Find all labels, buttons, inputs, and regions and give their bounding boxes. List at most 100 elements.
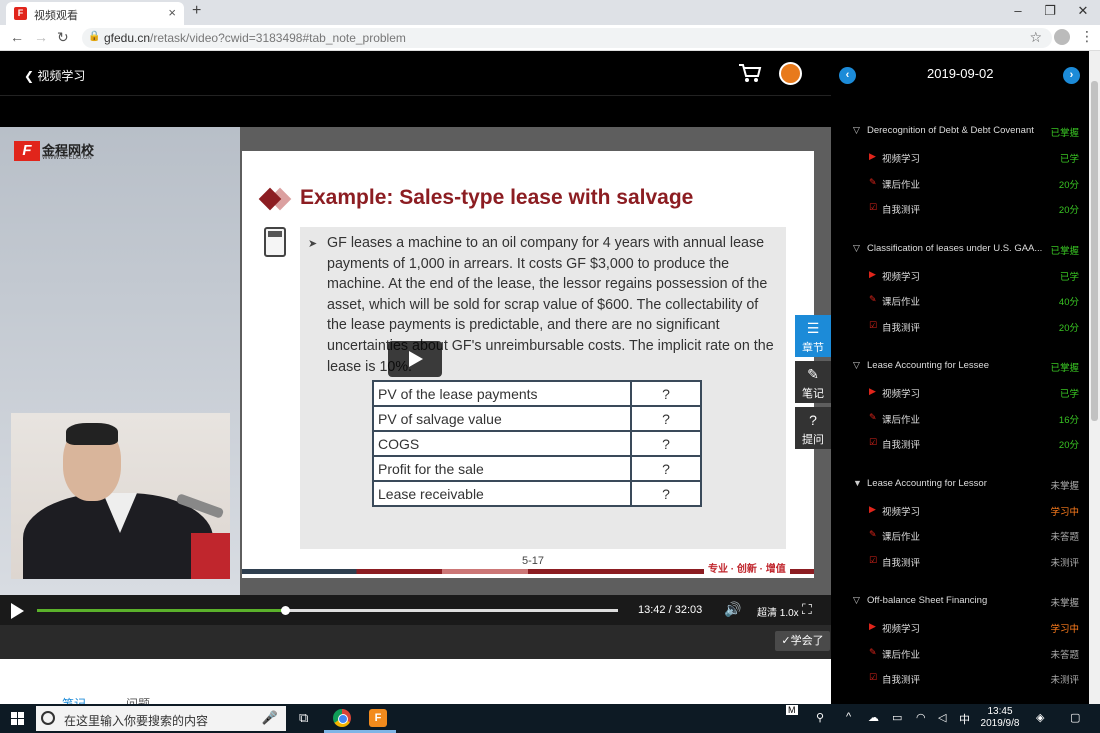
- lock-icon: 🔒: [88, 31, 101, 42]
- chapter-tool-button[interactable]: ☰ 章节: [795, 315, 831, 357]
- forward-arrow-icon[interactable]: →: [34, 29, 48, 45]
- back-to-video-study-link[interactable]: ❮ 视频学习: [24, 67, 85, 84]
- url-field[interactable]: 🔒 gfedu.cn/retask/video?cwid=3183498#tab…: [82, 28, 1052, 48]
- lecture-slide: Example: Sales-type lease with salvage ➤…: [242, 151, 814, 578]
- new-tab-icon[interactable]: +: [192, 2, 201, 20]
- section-item-label: 视频学习: [882, 389, 921, 400]
- collapse-triangle-icon[interactable]: ▽: [853, 243, 860, 254]
- previous-date-button[interactable]: ‹: [839, 67, 856, 84]
- url-path: /retask/video?cwid=3183498#tab_note_prob…: [150, 31, 406, 45]
- task-view-icon[interactable]: ⧉: [299, 710, 308, 726]
- window-close-icon[interactable]: ✕: [1073, 3, 1093, 19]
- video-icon: ▶: [869, 151, 876, 161]
- minimize-icon[interactable]: –: [1008, 3, 1028, 18]
- reload-icon[interactable]: ↻: [57, 29, 69, 46]
- quality-speed-selector[interactable]: 超清 1.0x: [757, 604, 799, 619]
- pencil-icon: ✎: [807, 366, 819, 382]
- profile-avatar-icon[interactable]: [1054, 29, 1070, 45]
- people-icon[interactable]: ⚲: [816, 711, 824, 724]
- taskbar-search-placeholder: 在这里输入你要搜索的内容: [64, 714, 209, 728]
- mic-icon[interactable]: 🎤: [262, 710, 278, 726]
- collapse-triangle-icon[interactable]: ▽: [853, 360, 860, 371]
- tray-m-icon[interactable]: M: [786, 705, 798, 715]
- back-link-label: 视频学习: [37, 69, 86, 83]
- test-icon: ☑: [869, 202, 878, 212]
- section-status: 已掌握: [1050, 128, 1079, 139]
- onedrive-icon[interactable]: ☁: [868, 711, 879, 724]
- slide-title: Example: Sales-type lease with salvage: [300, 186, 694, 209]
- slide-slogan: 专业 · 创新 · 增值: [704, 560, 790, 575]
- big-play-button[interactable]: [388, 341, 442, 377]
- podium: [191, 533, 230, 579]
- ask-tool-label: 提问: [802, 434, 824, 446]
- close-tab-icon[interactable]: ×: [168, 5, 176, 20]
- taskbar-search-field[interactable]: 在这里输入你要搜索的内容 🎤: [36, 706, 286, 731]
- content-area: 笔记 问题: [0, 659, 831, 711]
- panel-scrollbar[interactable]: [1089, 51, 1100, 704]
- slide-table-label: Lease receivable: [372, 480, 632, 507]
- section-item-label: 课后作业: [882, 414, 921, 426]
- notification-icon[interactable]: ▢: [1070, 711, 1080, 724]
- video-icon: ▶: [869, 621, 876, 631]
- progress-handle[interactable]: [281, 606, 291, 615]
- slide-body: ➤ GF leases a machine to an oil company …: [300, 227, 786, 549]
- browser-tab[interactable]: F 视频观看 ×: [6, 2, 184, 25]
- section-title: Lease Accounting for Lessee: [867, 360, 990, 371]
- slide-table-row: PV of the lease payments?: [372, 380, 702, 407]
- homework-icon: ✎: [869, 411, 877, 422]
- homework-icon: ✎: [869, 646, 877, 657]
- list-icon: ☰: [806, 320, 820, 336]
- homework-icon: ✎: [869, 529, 877, 539]
- page-header: ❮ 视频学习: [0, 51, 831, 127]
- next-date-button[interactable]: ›: [1063, 67, 1080, 84]
- scrollbar-thumb[interactable]: [1091, 81, 1098, 421]
- section-item-status: 20分: [1058, 205, 1079, 216]
- fullscreen-icon[interactable]: ⛶: [802, 601, 812, 618]
- ime-indicator[interactable]: 中: [959, 711, 970, 727]
- video-player[interactable]: F 金程网校 WWW.GFEDU.CN Example: Sales-type …: [0, 127, 831, 595]
- cart-icon[interactable]: [738, 63, 762, 83]
- logo-site: WWW.GFEDU.CN: [42, 155, 92, 161]
- volume-icon[interactable]: 🔊: [724, 601, 741, 618]
- show-hidden-icons[interactable]: ^: [846, 711, 851, 723]
- instructor-hair: [66, 423, 118, 445]
- section-item-label: 视频学习: [882, 506, 921, 518]
- address-bar-row: ← → ↻ 🔒 gfedu.cn/retask/video?cwid=31834…: [0, 25, 1100, 51]
- bullet-arrow-icon: ➤: [308, 238, 318, 250]
- speaker-icon[interactable]: ◁: [938, 711, 946, 724]
- browser-menu-icon[interactable]: ⋮: [1080, 28, 1094, 45]
- test-icon: ☑: [869, 554, 878, 565]
- wifi-icon[interactable]: ◠: [916, 711, 926, 724]
- maximize-icon[interactable]: ❐: [1040, 3, 1060, 19]
- video-icon: ▶: [869, 386, 876, 396]
- chrome-taskbar-icon[interactable]: [333, 709, 351, 727]
- collapse-triangle-icon[interactable]: ▽: [853, 595, 860, 606]
- back-arrow-icon[interactable]: ←: [10, 29, 24, 45]
- play-icon[interactable]: [11, 603, 24, 619]
- note-tool-button[interactable]: ✎ 笔记: [795, 361, 831, 403]
- section-item-status: 40分: [1058, 297, 1079, 308]
- player-controls: 13:42 / 32:03 🔊 超清 1.0x ⛶: [0, 595, 831, 625]
- section-status: 未掌握: [1050, 598, 1079, 609]
- taskbar-clock[interactable]: 13:45 2019/9/8: [978, 706, 1022, 730]
- tray-app-icon[interactable]: ◈: [1036, 711, 1044, 724]
- header-divider: [0, 95, 831, 96]
- user-avatar[interactable]: [779, 62, 802, 85]
- battery-icon[interactable]: ▭: [892, 711, 902, 724]
- progress-bar[interactable]: [37, 606, 618, 615]
- slide-table-value: ?: [630, 455, 702, 482]
- test-icon: ☑: [869, 672, 878, 682]
- section-item-status: 未测评: [1050, 675, 1079, 686]
- gfedu-taskbar-icon[interactable]: F: [369, 709, 387, 727]
- video-icon: ▶: [869, 503, 876, 514]
- section-item-label: 自我测评: [882, 557, 921, 569]
- slide-table-label: COGS: [372, 430, 632, 457]
- windows-start-icon[interactable]: [11, 712, 25, 726]
- section-item-status: 20分: [1058, 179, 1079, 191]
- learned-button[interactable]: ✓学会了: [775, 631, 830, 651]
- ask-tool-button[interactable]: ? 提问: [795, 407, 831, 449]
- collapse-triangle-icon[interactable]: ▼: [853, 478, 862, 488]
- bookmark-star-icon[interactable]: ☆: [1029, 29, 1042, 46]
- section-item-status: 20分: [1058, 440, 1079, 451]
- collapse-triangle-icon[interactable]: ▽: [853, 125, 860, 136]
